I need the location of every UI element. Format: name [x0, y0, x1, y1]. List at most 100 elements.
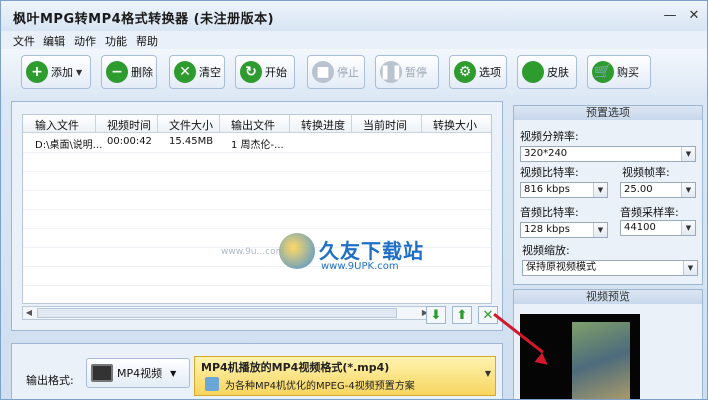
format-icon	[205, 377, 219, 391]
preset-panel: 预置选项 视频分辨率: 320*240 ▼ 视频比特率: 视频帧率: 816 k…	[513, 105, 703, 285]
skin-button[interactable]: 皮肤	[517, 55, 577, 89]
menu-action[interactable]: 动作	[74, 33, 96, 49]
stop-button[interactable]: ■ 停止	[307, 55, 365, 89]
video-frame	[572, 322, 630, 399]
stop-icon: ■	[312, 61, 334, 83]
col-separator	[421, 115, 422, 133]
menu-edit[interactable]: 编辑	[43, 33, 65, 49]
delete-label: 删除	[131, 66, 153, 79]
app-window: 枫叶MPG转MP4格式转换器 (未注册版本) — ✕ 文件 编辑 动作 功能 帮…	[0, 0, 708, 400]
chevron-down-icon[interactable]: ▼	[485, 369, 491, 378]
scale-value: 保持原视频模式	[526, 262, 596, 273]
framerate-value: 25.00	[624, 184, 653, 195]
menu-bar: 文件 编辑 动作 功能 帮助	[1, 31, 707, 49]
samplerate-value: 44100	[624, 222, 656, 233]
menu-help[interactable]: 帮助	[136, 33, 158, 49]
chevron-down-icon[interactable]: ▼	[681, 147, 695, 161]
menu-file[interactable]: 文件	[13, 33, 35, 49]
video-bitrate-value: 816 kbps	[524, 184, 570, 195]
row-divider	[23, 190, 491, 191]
framerate-label: 视频帧率:	[622, 166, 670, 179]
tv-icon	[91, 364, 113, 382]
col-separator	[95, 115, 96, 133]
menu-function[interactable]: 功能	[105, 33, 127, 49]
col-video-time[interactable]: 视频时间	[107, 117, 151, 133]
table-header: 输入文件 视频时间 文件大小 输出文件 转换进度 当前时间 转换大小	[23, 115, 491, 133]
col-progress[interactable]: 转换进度	[301, 117, 345, 133]
framerate-select[interactable]: 25.00 ▼	[620, 182, 696, 198]
cart-icon: 🛒	[592, 61, 614, 83]
audio-bitrate-select[interactable]: 128 kbps ▼	[520, 222, 608, 238]
clear-button[interactable]: ✕ 清空	[169, 55, 225, 89]
delete-button[interactable]: − 删除	[101, 55, 157, 89]
cell-output-file: 1 周杰伦-...	[231, 140, 284, 151]
row-divider	[23, 209, 491, 210]
col-current-time[interactable]: 当前时间	[363, 117, 407, 133]
row-divider	[23, 152, 491, 153]
cell-input-file: D:\桌面\说明...	[35, 140, 103, 151]
output-panel: 输出格式: MP4视频 ▼ MP4机播放的MP4视频格式(*.mp4) 为各种M…	[11, 343, 503, 399]
add-label: 添加	[51, 66, 73, 79]
move-down-button[interactable]: ⬇	[426, 306, 446, 324]
window-title: 枫叶MPG转MP4格式转换器 (未注册版本)	[13, 12, 275, 27]
options-icon: ⚙	[454, 61, 476, 83]
video-bitrate-select[interactable]: 816 kbps ▼	[520, 182, 608, 198]
resolution-select[interactable]: 320*240 ▼	[520, 146, 696, 162]
scale-label: 视频缩放:	[522, 244, 570, 257]
close-button[interactable]: ✕	[685, 7, 703, 25]
col-separator	[351, 115, 352, 133]
buy-label: 购买	[617, 66, 639, 79]
buy-button[interactable]: 🛒 购买	[587, 55, 651, 89]
audio-bitrate-value: 128 kbps	[524, 224, 570, 235]
format-button-label: MP4视频	[117, 367, 163, 380]
pause-button[interactable]: ❚❚ 暂停	[375, 55, 439, 89]
move-up-button[interactable]: ⬆	[452, 306, 472, 324]
toolbar: + 添加 ▼ − 删除 ✕ 清空 ↻ 开始 ■ 停止 ❚❚ 暂停 ⚙ 选项 皮肤…	[1, 49, 707, 97]
refresh-icon: ↻	[240, 61, 262, 83]
preview-panel: 视频预览	[513, 289, 703, 399]
col-input-file[interactable]: 输入文件	[35, 117, 79, 133]
col-separator	[289, 115, 290, 133]
scroll-thumb[interactable]	[37, 308, 397, 318]
scale-select[interactable]: 保持原视频模式 ▼	[522, 260, 698, 276]
video-bitrate-label: 视频比特率:	[520, 166, 579, 179]
preview-title: 视频预览	[514, 290, 702, 304]
preset-title: 预置选项	[514, 106, 702, 120]
col-converted-size[interactable]: 转换大小	[433, 117, 477, 133]
col-separator	[157, 115, 158, 133]
add-button[interactable]: + 添加 ▼	[21, 55, 91, 89]
chevron-down-icon: ▼	[170, 368, 177, 378]
start-label: 开始	[265, 66, 287, 79]
chevron-down-icon[interactable]: ▼	[681, 183, 695, 197]
table-row[interactable]: D:\桌面\说明... 00:00:42 15.45MB 1 周杰伦-...	[23, 134, 491, 152]
scroll-left-icon[interactable]: ◀	[23, 307, 35, 319]
row-divider	[23, 247, 491, 248]
clear-label: 清空	[199, 66, 221, 79]
minimize-button[interactable]: —	[661, 7, 679, 25]
row-divider	[23, 171, 491, 172]
cell-video-time: 00:00:42	[107, 136, 152, 147]
chevron-down-icon[interactable]: ▼	[683, 261, 697, 275]
format-button[interactable]: MP4视频 ▼	[86, 358, 190, 388]
chevron-down-icon[interactable]: ▼	[681, 221, 695, 235]
horizontal-scrollbar[interactable]: ◀ ▶	[22, 306, 432, 320]
format-description: 为各种MP4机优化的MPEG-4视频预置方案	[225, 381, 415, 392]
options-button[interactable]: ⚙ 选项	[449, 55, 507, 89]
chevron-down-icon[interactable]: ▼	[593, 223, 607, 237]
output-format-label: 输出格式:	[26, 374, 74, 387]
col-file-size[interactable]: 文件大小	[169, 117, 213, 133]
chevron-down-icon: ▼	[76, 67, 83, 77]
cell-file-size: 15.45MB	[169, 136, 214, 147]
resolution-label: 视频分辨率:	[520, 130, 579, 143]
col-output-file[interactable]: 输出文件	[231, 117, 275, 133]
format-detail-select[interactable]: MP4机播放的MP4视频格式(*.mp4) 为各种MP4机优化的MPEG-4视频…	[194, 356, 496, 396]
samplerate-select[interactable]: 44100 ▼	[620, 220, 696, 236]
apple-icon	[522, 61, 544, 83]
chevron-down-icon[interactable]: ▼	[593, 183, 607, 197]
row-divider	[23, 285, 491, 286]
format-title: MP4机播放的MP4视频格式(*.mp4)	[201, 361, 390, 374]
row-divider	[23, 266, 491, 267]
start-button[interactable]: ↻ 开始	[235, 55, 295, 89]
minus-icon: −	[106, 61, 128, 83]
file-list-panel: 输入文件 视频时间 文件大小 输出文件 转换进度 当前时间 转换大小 D:\桌面…	[11, 101, 503, 331]
